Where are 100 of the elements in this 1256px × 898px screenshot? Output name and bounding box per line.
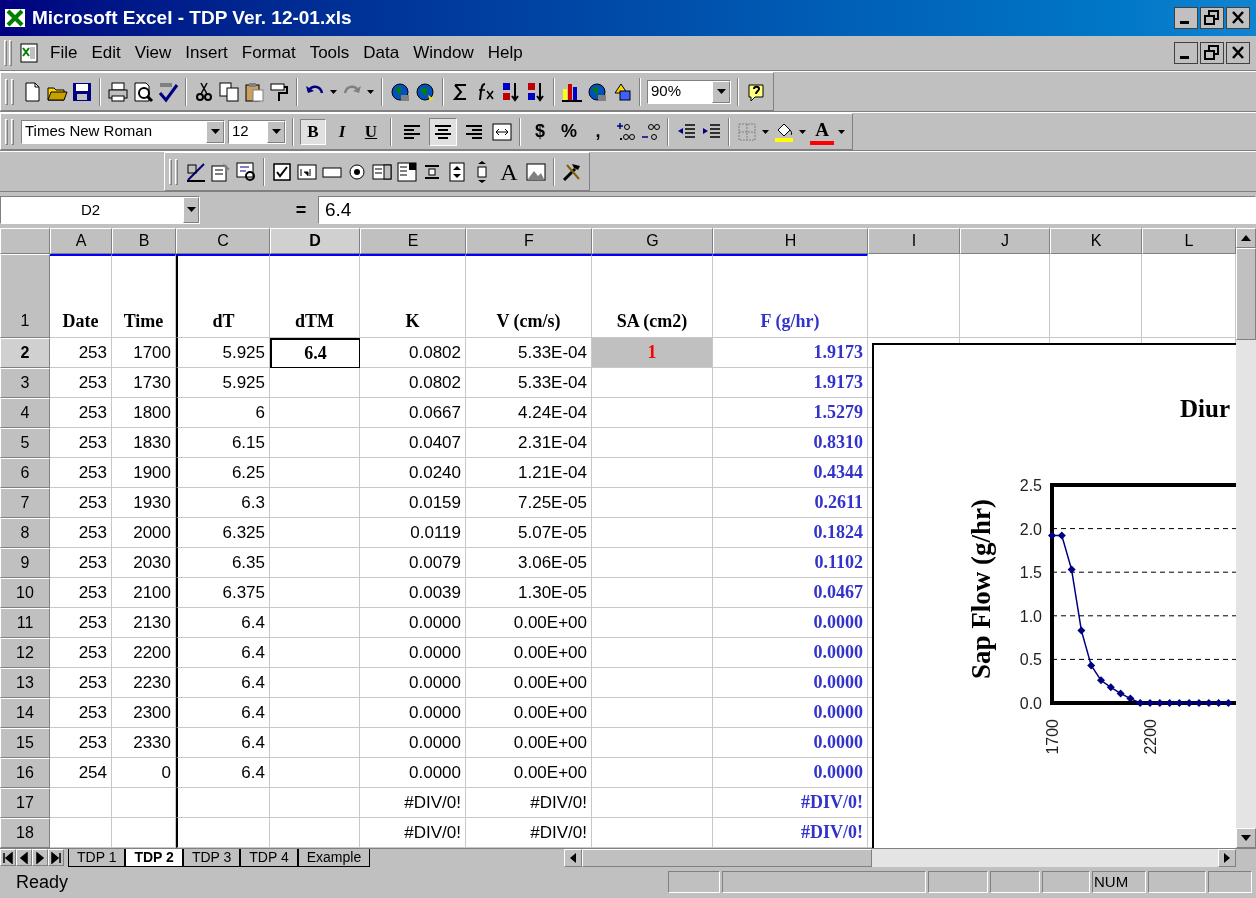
menu-item[interactable]: Edit — [85, 40, 127, 66]
print-preview-icon[interactable] — [132, 80, 154, 103]
merge-center-icon[interactable] — [491, 120, 513, 143]
name-box[interactable]: D2 — [0, 196, 200, 224]
scroll-right-icon[interactable] — [1223, 852, 1231, 863]
increase-decimal-icon[interactable] — [614, 120, 636, 143]
dropdown-arrow-icon[interactable] — [716, 86, 726, 97]
row-header[interactable]: 9 — [0, 548, 50, 578]
menu-item[interactable]: Data — [357, 40, 406, 66]
scroll-thumb[interactable] — [1236, 248, 1256, 340]
save-icon[interactable] — [71, 80, 93, 103]
globe-icon[interactable] — [389, 80, 411, 103]
sheet-tab[interactable]: TDP 4 — [240, 849, 298, 867]
copy-icon[interactable] — [218, 80, 240, 103]
combo-box-icon[interactable] — [396, 160, 418, 183]
column-header[interactable]: F — [466, 228, 592, 254]
font-dropdown[interactable]: Times New Roman — [21, 119, 225, 144]
row-header[interactable]: 5 — [0, 428, 50, 458]
comma-button[interactable]: , — [585, 118, 611, 145]
scissors-icon[interactable] — [193, 80, 215, 103]
column-header[interactable]: J — [960, 228, 1050, 254]
row-header[interactable]: 2 — [0, 338, 50, 368]
scroll-down-icon[interactable] — [1241, 834, 1251, 842]
scroll-left-icon[interactable] — [569, 852, 577, 863]
label-tool-button[interactable]: A — [496, 158, 522, 185]
globe-icon[interactable] — [414, 80, 436, 103]
globe-icon[interactable] — [586, 80, 608, 103]
row-header[interactable]: 12 — [0, 638, 50, 668]
row-header[interactable]: 4 — [0, 398, 50, 428]
paintbrush-icon[interactable] — [268, 80, 290, 103]
dropdown-arrow-icon[interactable] — [186, 205, 196, 215]
row-header[interactable]: 7 — [0, 488, 50, 518]
spelling-check-icon[interactable] — [157, 80, 179, 103]
horizontal-scrollbar[interactable] — [564, 848, 1236, 867]
row-header[interactable]: 8 — [0, 518, 50, 548]
close-icon[interactable] — [1226, 42, 1250, 64]
menu-item[interactable]: Tools — [303, 40, 356, 66]
format-button[interactable]: B — [300, 118, 326, 145]
ruler-pencil-icon[interactable] — [185, 160, 207, 183]
checkbox-icon[interactable] — [271, 160, 293, 183]
previous-sheet-icon[interactable] — [18, 851, 30, 864]
dropdown-arrow-icon[interactable] — [271, 126, 281, 137]
first-sheet-icon[interactable] — [2, 851, 14, 864]
column-header[interactable]: E — [360, 228, 466, 254]
menu-item[interactable]: Format — [235, 40, 302, 66]
scroll-up-icon[interactable] — [1241, 234, 1251, 242]
sheet-tab[interactable]: TDP 3 — [182, 849, 241, 867]
menu-item[interactable]: View — [128, 40, 178, 66]
row-header[interactable]: 17 — [0, 788, 50, 818]
printer-icon[interactable] — [107, 80, 129, 103]
view-code-icon[interactable] — [235, 160, 257, 183]
percent-button[interactable]: % — [556, 118, 582, 145]
last-sheet-icon[interactable] — [50, 851, 62, 864]
menu-item[interactable]: Window — [407, 40, 480, 66]
row-header[interactable]: 3 — [0, 368, 50, 398]
currency-button[interactable]: $ — [527, 118, 553, 145]
row-header[interactable]: 15 — [0, 728, 50, 758]
column-header[interactable]: C — [176, 228, 270, 254]
paste-icon[interactable] — [243, 80, 265, 103]
dropdown-arrow-icon[interactable] — [210, 126, 220, 137]
sheet-tab[interactable]: TDP 1 — [68, 849, 126, 867]
align-center-button[interactable] — [429, 117, 457, 146]
column-header[interactable]: G — [592, 228, 713, 254]
zoom-dropdown[interactable]: 90% — [647, 79, 731, 104]
restore-icon[interactable] — [1200, 42, 1224, 64]
row-header[interactable]: 18 — [0, 818, 50, 848]
sort-ascending-icon[interactable] — [500, 80, 522, 103]
image-icon[interactable] — [525, 160, 547, 183]
column-header[interactable]: H — [713, 228, 868, 254]
font-color-button[interactable]: A — [810, 118, 834, 145]
menu-item[interactable]: Insert — [179, 40, 234, 66]
properties-icon[interactable] — [210, 160, 232, 183]
next-sheet-icon[interactable] — [34, 851, 46, 864]
column-header[interactable]: A — [50, 228, 112, 254]
column-header[interactable]: I — [868, 228, 960, 254]
row-header[interactable]: 10 — [0, 578, 50, 608]
column-header[interactable]: L — [1142, 228, 1236, 254]
sort-descending-icon[interactable] — [525, 80, 547, 103]
format-button[interactable]: I — [329, 118, 355, 145]
close-icon[interactable] — [1226, 7, 1250, 29]
row-header[interactable]: 16 — [0, 758, 50, 788]
sheet-tab[interactable]: TDP 2 — [125, 849, 183, 867]
sheet-tab[interactable]: Example — [297, 849, 371, 867]
minimize-icon[interactable] — [1174, 7, 1198, 29]
row-header[interactable]: 11 — [0, 608, 50, 638]
column-header[interactable]: B — [112, 228, 176, 254]
spinner-icon[interactable] — [446, 160, 468, 183]
menu-item[interactable]: File — [44, 40, 84, 66]
format-button[interactable]: U — [358, 118, 384, 145]
row-header[interactable]: 1 — [0, 254, 50, 338]
column-header[interactable]: D — [270, 228, 360, 254]
vertical-scrollbar[interactable] — [1236, 228, 1256, 848]
row-header[interactable]: 6 — [0, 458, 50, 488]
restore-icon[interactable] — [1200, 7, 1224, 29]
minimize-icon[interactable] — [1174, 42, 1198, 64]
select-all-button[interactable] — [0, 228, 50, 254]
column-header[interactable]: K — [1050, 228, 1142, 254]
row-header[interactable]: 13 — [0, 668, 50, 698]
menu-item[interactable]: Help — [481, 40, 529, 66]
font-size-dropdown[interactable]: 12 — [228, 119, 286, 144]
